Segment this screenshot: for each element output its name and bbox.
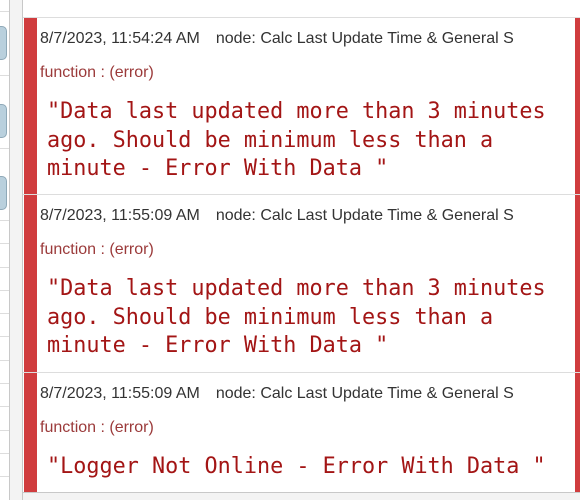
message-node-link[interactable]: node: Calc Last Update Time & General S <box>216 207 514 224</box>
debug-message-list[interactable]: ··········· 8/7/2023, 11:54:24 AM node: C… <box>23 0 580 500</box>
message-topic: function : (error) <box>40 241 154 258</box>
message-meta: 8/7/2023, 11:54:24 AM node: Calc Last Upd… <box>40 30 514 48</box>
message-payload: "Data last updated more than 3 minutes a… <box>47 276 559 358</box>
grid-line <box>0 336 9 337</box>
grid-line <box>0 243 9 244</box>
message-payload: "Logger Not Online - Error With Data " <box>47 454 546 479</box>
message-node-link[interactable]: node: Calc Last Update Time & General S <box>216 30 514 47</box>
message-topic: function : (error) <box>40 419 154 436</box>
error-level-bar-right <box>575 195 580 372</box>
workspace-edge <box>0 0 10 500</box>
message-timestamp: 8/7/2023, 11:54:24 AM <box>40 30 200 47</box>
debug-message[interactable]: 8/7/2023, 11:55:09 AM node: Calc Last Upd… <box>23 373 580 493</box>
grid-line <box>0 148 9 149</box>
grid-line <box>0 360 9 361</box>
message-timestamp: 8/7/2023, 11:55:09 AM <box>40 207 200 224</box>
grid-line <box>0 11 9 12</box>
error-level-bar <box>24 373 37 492</box>
previous-message-text: ··········· <box>53 0 183 9</box>
error-level-bar-right <box>575 18 580 194</box>
grid-line <box>0 383 9 384</box>
grid-line <box>0 313 9 314</box>
error-level-bar <box>24 195 37 372</box>
grid-line <box>0 430 9 431</box>
debug-message[interactable]: 8/7/2023, 11:54:24 AM node: Calc Last Upd… <box>23 18 580 195</box>
grid-line <box>0 290 9 291</box>
grid-line <box>0 406 9 407</box>
node-port-handle[interactable] <box>0 26 7 60</box>
debug-message[interactable]: 8/7/2023, 11:55:09 AM node: Calc Last Upd… <box>23 195 580 373</box>
previous-message-tail: ··········· <box>23 0 580 18</box>
message-timestamp: 8/7/2023, 11:55:09 AM <box>40 385 200 402</box>
grid-line <box>0 476 9 477</box>
message-payload: "Data last updated more than 3 minutes a… <box>47 99 559 181</box>
grid-line <box>0 75 9 76</box>
message-meta: 8/7/2023, 11:55:09 AM node: Calc Last Upd… <box>40 207 514 225</box>
node-port-handle[interactable] <box>0 104 7 138</box>
error-level-bar-right <box>575 373 580 492</box>
message-topic: function : (error) <box>40 64 154 81</box>
message-meta: 8/7/2023, 11:55:09 AM node: Calc Last Upd… <box>40 385 514 403</box>
error-level-bar <box>24 18 37 194</box>
message-node-link[interactable]: node: Calc Last Update Time & General S <box>216 385 514 402</box>
grid-line <box>0 220 9 221</box>
node-port-handle[interactable] <box>0 176 7 210</box>
grid-line <box>0 267 9 268</box>
list-bottom-edge <box>23 492 580 500</box>
grid-line <box>0 453 9 454</box>
sidebar-resize-gutter[interactable] <box>10 0 23 500</box>
